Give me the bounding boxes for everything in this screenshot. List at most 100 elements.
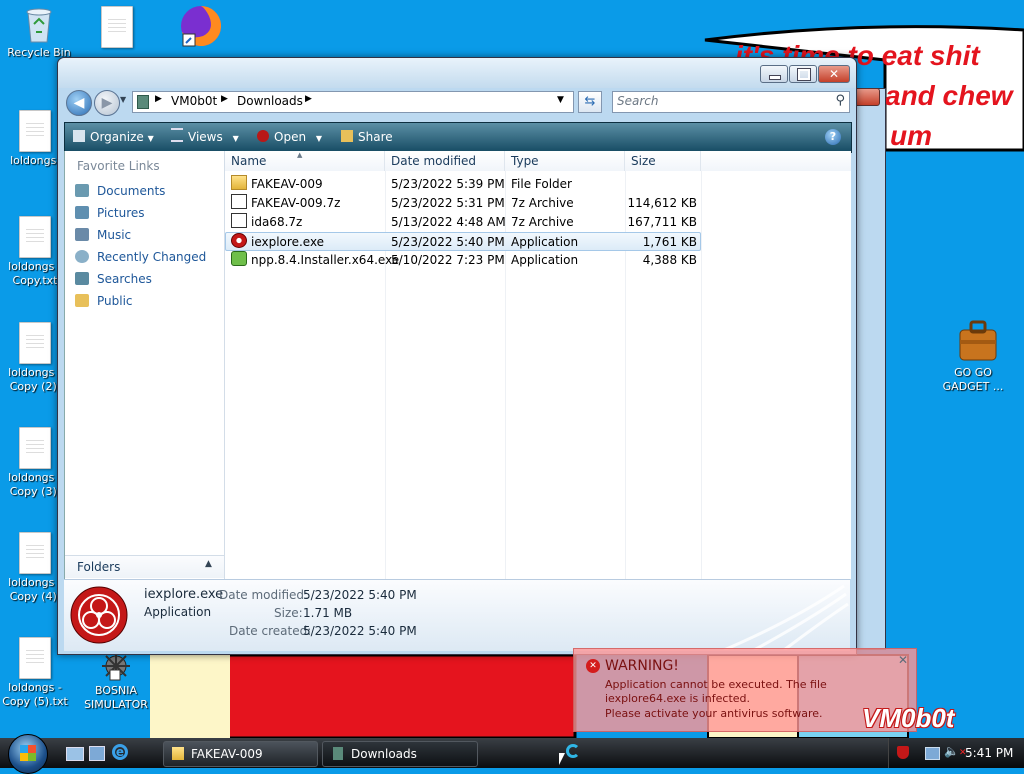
details-size-label: Size: — [274, 606, 303, 620]
column-header-name[interactable]: Name ▲ — [225, 151, 385, 171]
file-date: 5/10/2022 7:23 PM — [391, 253, 505, 267]
details-pane: iexplore.exe Application Date modified: … — [64, 579, 850, 651]
busy-spinner-icon — [566, 744, 580, 758]
folder-icon — [231, 175, 247, 190]
file-name: ida68.7z — [251, 215, 303, 229]
taskbar-button-label: FAKEAV-009 — [191, 747, 263, 761]
details-modified-label: Date modified: — [219, 588, 309, 602]
warning-title: WARNING! — [605, 658, 679, 674]
installer-icon — [231, 251, 247, 266]
breadcrumb-arrow-icon[interactable]: ▶ — [155, 94, 162, 104]
desktop-icon-firefox[interactable] — [159, 2, 229, 47]
taskbar: e FAKEAV-009 Downloads 🔈✕ 5:41 PM — [0, 734, 1024, 774]
file-row[interactable]: npp.8.4.Installer.x64.exe 5/10/2022 7:23… — [225, 251, 701, 270]
search-icon[interactable]: ⚲ — [835, 93, 845, 108]
document-icon — [19, 637, 51, 679]
desktop-icon-go-go-gadget[interactable]: GO GO GADGET ... — [938, 318, 1008, 394]
file-size: 1,761 KB — [642, 235, 697, 249]
organize-button[interactable]: Organize ▼ — [73, 123, 154, 152]
share-button[interactable]: Share — [341, 123, 393, 152]
favorite-links-header: Favorite Links — [77, 159, 160, 173]
nav-link-public[interactable]: Public — [75, 292, 133, 310]
folder-icon — [333, 747, 343, 760]
minimize-button[interactable] — [760, 65, 788, 83]
column-header-date-modified[interactable]: Date modified — [385, 151, 505, 171]
volume-muted-icon[interactable]: 🔈✕ — [944, 744, 967, 758]
file-row[interactable]: FAKEAV-009.7z 5/23/2022 5:31 PM 7z Archi… — [225, 194, 701, 213]
recent-pages-dropdown-icon[interactable]: ▼ — [120, 95, 126, 104]
breadcrumb-downloads[interactable]: Downloads — [237, 94, 303, 108]
folder-icon — [137, 95, 149, 109]
taskbar-button-downloads[interactable]: Downloads — [322, 741, 478, 767]
back-button[interactable]: ◀ — [66, 90, 92, 116]
internet-explorer-icon[interactable]: e — [112, 744, 128, 760]
desktop-icon-recycle-bin[interactable]: Recycle Bin — [4, 4, 74, 60]
archive-icon — [231, 213, 247, 228]
clock[interactable]: 5:41 PM — [965, 746, 1013, 760]
details-decoration — [723, 584, 849, 650]
file-type: Application — [511, 253, 579, 267]
close-button[interactable]: ✕ — [818, 65, 850, 83]
file-date: 5/23/2022 5:31 PM — [391, 196, 505, 210]
warning-close-icon[interactable]: ✕ — [898, 653, 908, 667]
file-row[interactable]: FAKEAV-009 5/23/2022 5:39 PM File Folder — [225, 175, 701, 194]
organize-label: Organize — [90, 130, 144, 144]
views-icon — [171, 128, 183, 142]
nav-link-music[interactable]: Music — [75, 226, 131, 244]
nav-link-searches[interactable]: Searches — [75, 270, 152, 288]
title-bar[interactable]: ✕ — [58, 58, 856, 88]
column-header-type[interactable]: Type — [505, 151, 625, 171]
details-file-name: iexplore.exe — [144, 587, 224, 602]
column-header-label: Date modified — [391, 154, 477, 168]
switch-windows-icon[interactable] — [89, 746, 105, 761]
file-name: iexplore.exe — [251, 235, 325, 249]
desktop-icon-document[interactable] — [82, 6, 152, 50]
address-dropdown-icon[interactable]: ▼ — [557, 95, 564, 105]
biohazard-icon — [70, 586, 128, 644]
column-header-label: Type — [511, 154, 539, 168]
nav-link-recently-changed[interactable]: Recently Changed — [75, 248, 206, 266]
taskbar-button-label: Downloads — [351, 747, 417, 761]
security-shield-icon[interactable] — [897, 746, 909, 759]
desktop-icon-bosnia-simulator[interactable]: BOSNIA SIMULATOR — [81, 652, 151, 712]
refresh-button[interactable]: ⇆ — [578, 91, 602, 113]
public-folder-icon — [75, 294, 89, 307]
explorer-window: ✕ ◀ ▶ ▼ ▶ VM0b0t ▶ Downloads ▶ ▼ ⇆ Searc… — [57, 57, 857, 655]
document-icon — [19, 110, 51, 152]
file-row[interactable]: ida68.7z 5/13/2022 4:48 AM 7z Archive 16… — [225, 213, 701, 232]
biohazard-small-icon — [257, 130, 269, 142]
nav-link-pictures[interactable]: Pictures — [75, 204, 145, 222]
maximize-button[interactable] — [789, 65, 817, 83]
folders-bar[interactable]: Folders ▲ — [65, 555, 224, 578]
nav-link-label: Searches — [97, 272, 152, 286]
open-button[interactable]: Open ▼ — [257, 123, 322, 152]
start-button[interactable] — [8, 734, 48, 774]
taskbar-button-fakeav-009[interactable]: FAKEAV-009 — [163, 741, 318, 767]
views-button[interactable]: Views ▼ — [171, 123, 239, 152]
column-header-label: Name — [231, 154, 267, 168]
briefcase-icon — [956, 318, 997, 364]
show-desktop-icon[interactable] — [66, 747, 84, 761]
forward-button[interactable]: ▶ — [94, 90, 120, 116]
desktop-icon-label: GO GO GADGET ... — [942, 366, 1004, 393]
breadcrumb-vm0b0t[interactable]: VM0b0t — [171, 94, 217, 108]
column-header-size[interactable]: Size — [625, 151, 701, 171]
file-type: 7z Archive — [511, 196, 574, 210]
file-size: 114,612 KB — [627, 196, 697, 210]
vm0b0t-watermark: VM0b0t — [862, 703, 955, 733]
documents-icon — [75, 184, 89, 197]
file-type: File Folder — [511, 177, 572, 191]
help-icon[interactable]: ? — [825, 129, 841, 145]
network-icon[interactable] — [925, 747, 940, 760]
recently-changed-icon — [75, 250, 89, 263]
breadcrumb-arrow-icon[interactable]: ▶ — [305, 94, 312, 104]
organize-icon — [73, 130, 85, 142]
nav-link-documents[interactable]: Documents — [75, 182, 165, 200]
banner-line-2: and chew — [885, 80, 1013, 111]
file-row-selected[interactable]: iexplore.exe 5/23/2022 5:40 PM Applicati… — [225, 232, 701, 251]
address-bar[interactable]: ▶ VM0b0t ▶ Downloads ▶ ▼ — [132, 91, 574, 113]
content-area: Favorite Links Documents Pictures Music … — [64, 151, 851, 579]
views-label: Views — [188, 130, 223, 144]
breadcrumb-arrow-icon[interactable]: ▶ — [221, 94, 228, 104]
search-input[interactable]: Search ⚲ — [612, 91, 850, 113]
